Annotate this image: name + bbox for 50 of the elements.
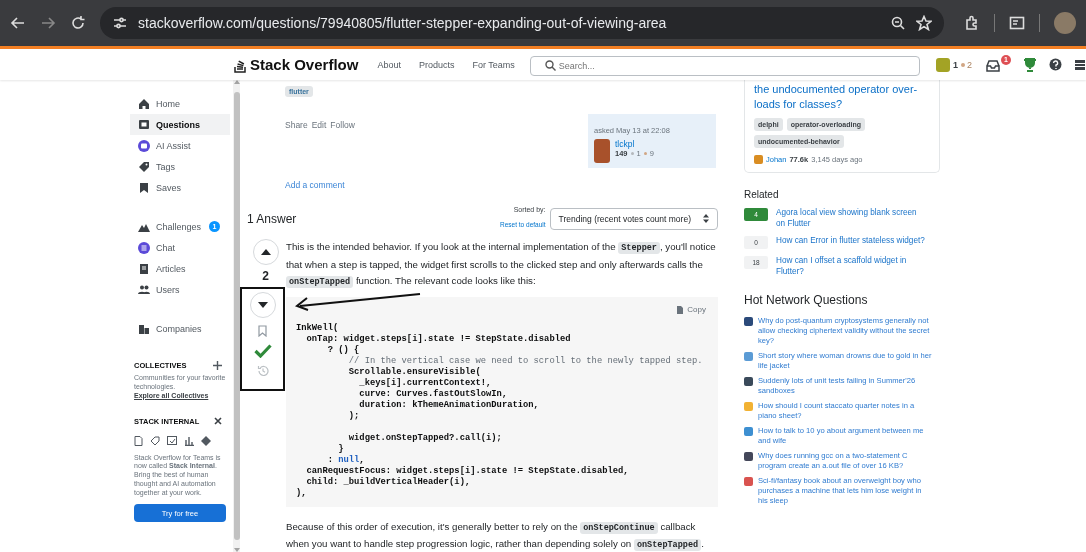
question-link[interactable]: How can I offset a scaffold widget in Flutter? xyxy=(776,256,926,277)
nav-item[interactable]: Chat xyxy=(130,237,230,258)
code-line: curve: Curves.fastOutSlowIn, xyxy=(358,388,509,400)
nav-item[interactable]: Home xyxy=(130,93,230,114)
vote-count: 2 xyxy=(262,269,269,283)
address-bar[interactable]: stackoverflow.com/questions/79940805/flutter-stepper-expanding-out-of-viewing-area xyxy=(100,7,944,39)
nav-item[interactable]: Saves xyxy=(130,177,230,198)
sort-dropdown[interactable]: Trending (recent votes count more) xyxy=(549,207,718,230)
reputation-count: 1 xyxy=(952,59,958,70)
code-line: canRequestFocus: widget.steps[i].state != StepState.disabled, xyxy=(305,465,630,477)
code-line: Scrollable.ensureVisible( xyxy=(347,366,482,378)
nav-item[interactable]: Companies xyxy=(130,318,230,339)
nav-link[interactable]: Products xyxy=(411,55,462,74)
code-line: duration: kThemeAnimationDuration, xyxy=(358,399,540,411)
section-heading: Hot Network Questions xyxy=(744,293,869,307)
code-line: } xyxy=(337,443,345,455)
question-link[interactable]: Agora local view showing blank screen on Flutter xyxy=(776,208,926,229)
nav-item[interactable]: Articles xyxy=(130,258,230,279)
code-line: widget.onStepTapped?.call(i); xyxy=(347,432,503,444)
url-text: stackoverflow.com/questions/79940805/flutter-stepper-expanding-out-of-viewing-area xyxy=(138,15,667,31)
search-field[interactable]: Search... xyxy=(529,55,920,76)
code-line: _keys[i].currentContext!, xyxy=(358,377,493,389)
code-line: // In the vertical case we need to scroll to the newly tapped step. xyxy=(347,355,704,367)
nav-item[interactable]: Users xyxy=(130,279,230,300)
question-link[interactable]: the undocumented operator over-loads for classes? xyxy=(754,82,924,112)
answer-paragraph: This is the intended behavior. If you look at the internal implementation of the Stepper , you'll notice that when a step is tapped, the widget first scrolls to the clicked step and only afterwards calls the onStepTapped function. The relevant code looks like this: xyxy=(286,240,717,290)
nav-link[interactable]: About xyxy=(370,55,408,74)
code-line: ); xyxy=(347,410,361,422)
answer-paragraph: Because of this order of execution, it's generally better to rely on the onStepContinue callback when you want to handle step progression logic, rather than depending solely on onStepTapped . xyxy=(286,519,705,552)
badge-count: 2 xyxy=(961,59,972,70)
code-line: child: _buildVerticalHeader(i), xyxy=(305,476,472,488)
site-logo-text[interactable]: Stack Overflow xyxy=(250,56,359,73)
nav-link[interactable]: For Teams xyxy=(465,55,522,74)
nav-item[interactable]: Tags xyxy=(130,156,230,177)
code-line: onTap: widget.steps[i].state != StepState.disabled xyxy=(305,333,572,345)
question-link[interactable]: How can Error in flutter stateless widget? xyxy=(776,236,926,247)
post-menu-link[interactable]: Share xyxy=(285,120,308,130)
add-comment-link[interactable]: Add a comment xyxy=(285,180,345,190)
code-line: : null, xyxy=(326,454,366,466)
code-line: InkWell( xyxy=(296,322,340,334)
nav-item[interactable]: Questions xyxy=(130,114,230,135)
copy-button[interactable]: Copy xyxy=(676,304,706,314)
post-menu-link[interactable]: Edit xyxy=(311,120,327,130)
code-line: ), xyxy=(296,487,308,499)
answers-heading: 1 Answer xyxy=(247,211,298,226)
nav-item[interactable]: AI Assist xyxy=(130,135,230,156)
section-heading: Related xyxy=(744,189,780,200)
code-line: ? () { xyxy=(326,344,361,356)
user-link[interactable]: tlckpl xyxy=(615,139,654,149)
post-menu-link[interactable]: Follow xyxy=(330,120,355,130)
